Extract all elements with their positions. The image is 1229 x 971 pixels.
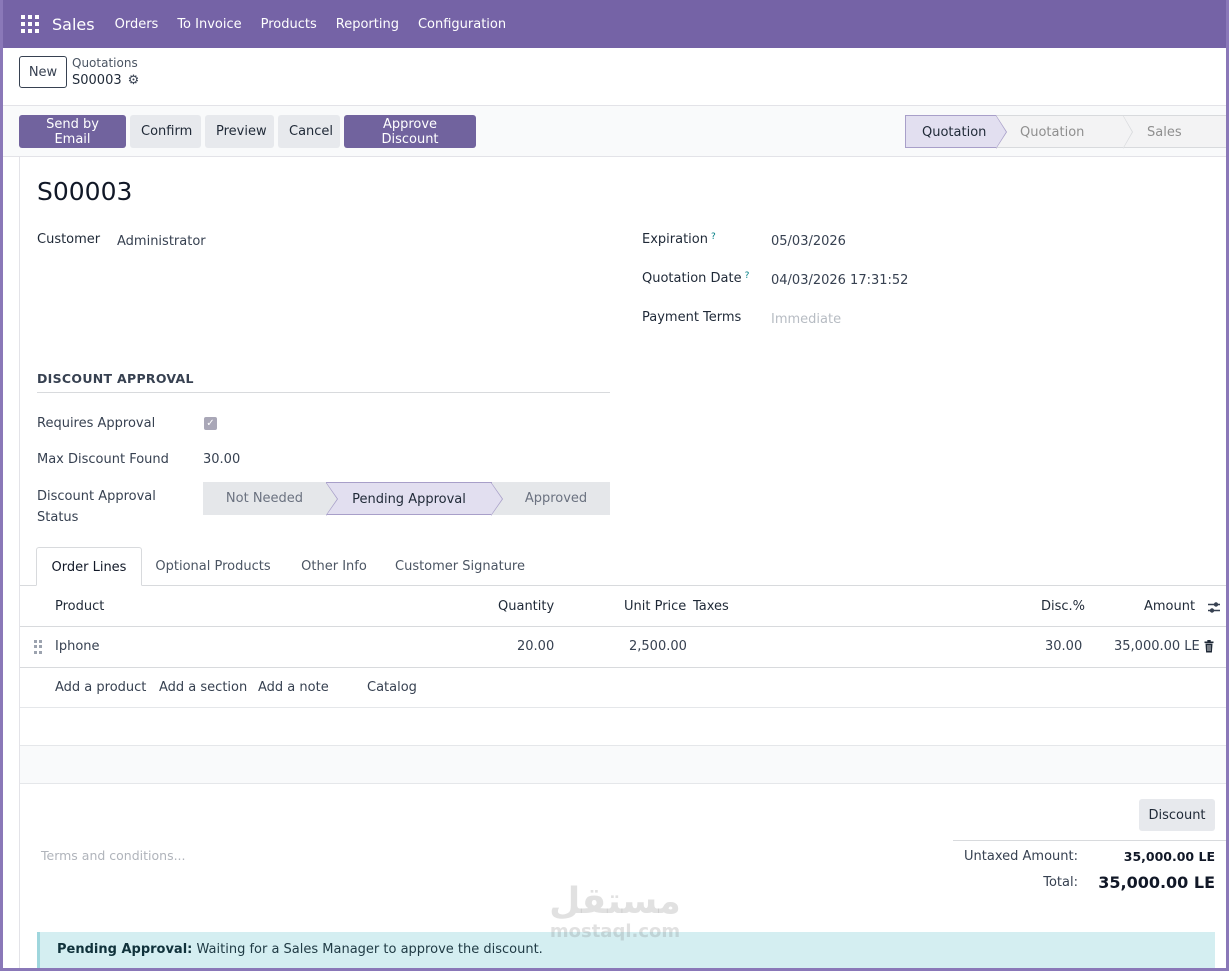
expiration-label-text: Expiration: [642, 232, 708, 247]
action-bar: Send by Email Confirm Preview Cancel App…: [0, 106, 1229, 173]
form-sheet: S00003 Customer Administrator Expiration…: [19, 157, 1229, 971]
untaxed-amount-value: 35,000.00 LE: [1123, 849, 1215, 864]
nav-products[interactable]: Products: [261, 17, 317, 32]
order-status-bar: Quotation Quotation Sent Sales Order: [905, 115, 1229, 173]
discount-status-not-needed-label: Not Needed: [225, 491, 304, 506]
discount-status-approved[interactable]: Approved: [492, 482, 610, 515]
help-icon[interactable]: ?: [745, 271, 750, 281]
quotation-date-label: Quotation Date?: [642, 271, 749, 286]
alert-title: Pending Approval:: [57, 942, 193, 957]
status-sales-order[interactable]: Sales Order: [1123, 115, 1229, 173]
table-row[interactable]: Iphone 20.00 2,500.00 30.00 35,000.00 LE: [20, 627, 1229, 668]
col-taxes[interactable]: Taxes: [693, 599, 729, 614]
col-unit-price[interactable]: Unit Price: [624, 599, 686, 614]
breadcrumb-record-label: S00003: [72, 73, 122, 88]
status-quotation-sent[interactable]: Quotation Sent: [996, 115, 1133, 173]
app-brand[interactable]: Sales: [52, 15, 95, 34]
col-product[interactable]: Product: [55, 599, 104, 614]
tab-optional-products[interactable]: Optional Products: [148, 547, 278, 586]
trash-icon[interactable]: [1204, 640, 1214, 653]
requires-approval-checkbox[interactable]: ✓: [204, 417, 217, 430]
empty-row: [20, 746, 1229, 784]
row-amount: 35,000.00 LE: [1114, 639, 1200, 654]
quotation-date-field[interactable]: 04/03/2026 17:31:52: [771, 273, 908, 288]
row-unit-price[interactable]: 2,500.00: [629, 639, 687, 654]
column-settings-icon[interactable]: [1207, 601, 1221, 614]
discount-status-bar: Not Needed Pending Approval Approved: [203, 482, 610, 516]
discount-approval-status-label-line2: Status: [37, 510, 79, 525]
row-product[interactable]: Iphone: [55, 639, 100, 654]
approve-discount-button[interactable]: Approve Discount: [344, 115, 476, 148]
requires-approval-label: Requires Approval: [37, 416, 156, 431]
breadcrumb-quotations[interactable]: Quotations: [72, 56, 138, 70]
add-note-link[interactable]: Add a note: [258, 680, 329, 695]
discount-status-pending-approval[interactable]: Pending Approval: [326, 482, 503, 516]
app-grid-icon[interactable]: [21, 15, 39, 33]
catalog-link[interactable]: Catalog: [367, 680, 417, 695]
discount-button[interactable]: Discount: [1139, 799, 1215, 831]
breadcrumb-current: S00003 ⚙: [72, 73, 139, 88]
record-title: S00003: [37, 177, 133, 206]
discount-approval-status-label: Discount Approval Status: [37, 486, 156, 528]
payment-terms-field[interactable]: Immediate: [771, 312, 841, 327]
expiration-field[interactable]: 05/03/2026: [771, 234, 846, 249]
discount-status-not-needed[interactable]: Not Needed: [203, 482, 326, 515]
total-label: Total:: [1043, 875, 1078, 890]
add-section-link[interactable]: Add a section: [159, 680, 247, 695]
discount-approval-status-label-line1: Discount Approval: [37, 489, 156, 504]
drag-handle-icon[interactable]: [34, 640, 42, 654]
status-quotation-label: Quotation: [922, 125, 987, 140]
confirm-button[interactable]: Confirm: [130, 115, 201, 148]
expiration-label: Expiration?: [642, 232, 716, 247]
nav-configuration[interactable]: Configuration: [418, 17, 506, 32]
payment-terms-label: Payment Terms: [642, 310, 742, 325]
help-icon[interactable]: ?: [711, 232, 716, 242]
new-button[interactable]: New: [19, 56, 67, 88]
top-navbar: Sales Orders To Invoice Products Reporti…: [0, 0, 1229, 48]
control-panel: New Quotations S00003 ⚙: [0, 48, 1229, 106]
col-quantity[interactable]: Quantity: [498, 599, 554, 614]
col-disc[interactable]: Disc.%: [1041, 599, 1085, 614]
nav-to-invoice[interactable]: To Invoice: [177, 17, 241, 32]
totals-divider: [953, 840, 1229, 841]
order-lines-header: Product Quantity Unit Price Taxes Disc.%…: [20, 587, 1229, 627]
discount-status-approved-label: Approved: [524, 491, 588, 506]
max-discount-label: Max Discount Found: [37, 452, 169, 467]
empty-row: [20, 708, 1229, 746]
discount-status-pending-label: Pending Approval: [352, 492, 466, 507]
tab-order-lines[interactable]: Order Lines: [36, 547, 142, 586]
alert-message: Waiting for a Sales Manager to approve t…: [196, 942, 543, 957]
customer-field[interactable]: Administrator: [117, 234, 206, 249]
send-by-email-button[interactable]: Send by Email: [19, 115, 126, 148]
tab-other-info[interactable]: Other Info: [294, 547, 374, 586]
status-quotation[interactable]: Quotation: [905, 115, 1007, 149]
notebook-tabs: Order Lines Optional Products Other Info…: [20, 547, 1229, 586]
untaxed-amount-label: Untaxed Amount:: [964, 849, 1078, 864]
cancel-button[interactable]: Cancel: [278, 115, 340, 148]
max-discount-value: 30.00: [203, 452, 241, 467]
total-value: 35,000.00 LE: [1098, 873, 1215, 892]
nav-orders[interactable]: Orders: [115, 17, 159, 32]
nav-reporting[interactable]: Reporting: [336, 17, 399, 32]
gear-icon[interactable]: ⚙: [128, 73, 140, 88]
add-product-link[interactable]: Add a product: [55, 680, 146, 695]
preview-button[interactable]: Preview: [205, 115, 274, 148]
discount-approval-heading: DISCOUNT APPROVAL: [37, 371, 610, 393]
tab-customer-signature[interactable]: Customer Signature: [390, 547, 530, 586]
row-disc[interactable]: 30.00: [1045, 639, 1082, 654]
add-line-row: Add a product Add a section Add a note C…: [20, 668, 1229, 708]
customer-label: Customer: [37, 232, 101, 247]
terms-field[interactable]: Terms and conditions...: [41, 848, 186, 863]
row-quantity[interactable]: 20.00: [517, 639, 554, 654]
quotation-date-label-text: Quotation Date: [642, 271, 742, 286]
pending-approval-alert: Pending Approval: Waiting for a Sales Ma…: [37, 932, 1215, 970]
col-amount[interactable]: Amount: [1144, 599, 1195, 614]
